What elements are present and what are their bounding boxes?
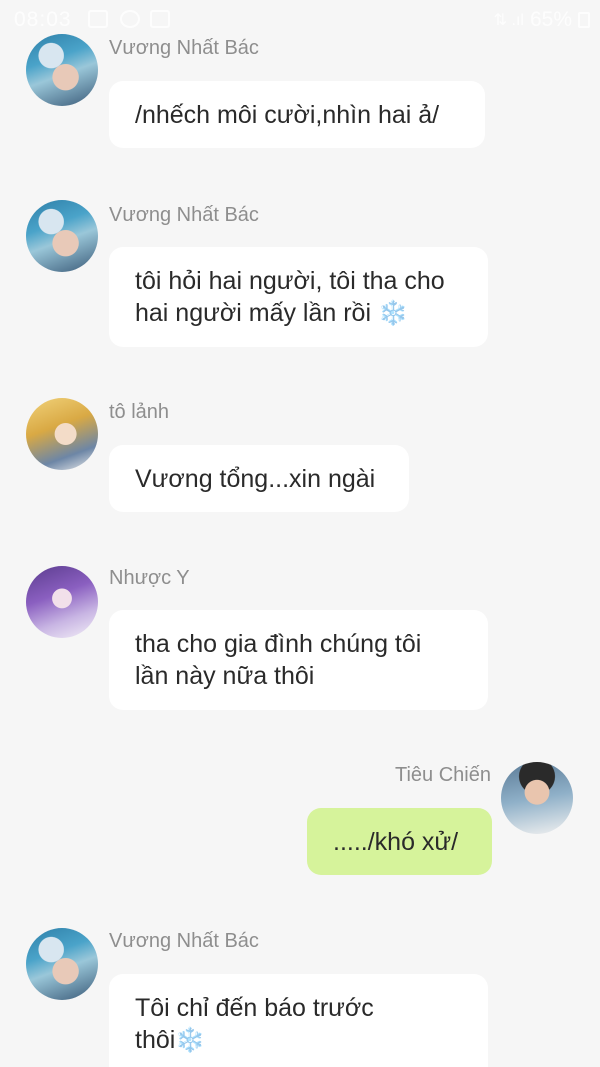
sender-name: Nhược Y <box>109 567 190 589</box>
message-text-line: tôi hỏi hai người, tôi tha cho <box>135 267 445 295</box>
sender-name: tô lảnh <box>109 401 170 423</box>
message-text-line: hai người mấy lần rồi <box>135 299 372 327</box>
avatar-tieu-chien[interactable] <box>501 762 573 834</box>
message-bubble[interactable]: tôi hỏi hai người, tôi tha cho hai người… <box>109 247 488 347</box>
sender-name: Vương Nhất Bác <box>109 204 259 226</box>
message-notification-icon <box>150 10 170 28</box>
message-bubble[interactable]: Tôi chỉ đến báo trước thôi❄️ <box>109 974 488 1067</box>
app-notification-icon <box>120 10 140 28</box>
snowflake-icon: ❄️ <box>175 1027 206 1054</box>
message-text-line: lần này nữa thôi <box>135 662 315 690</box>
message-text-line: Tôi chỉ đến báo trước <box>135 994 374 1022</box>
message-text: /nhếch môi cười,nhìn hai ả/ <box>135 101 440 129</box>
status-bar: 08:03 ⇅ .ıl 65% <box>0 0 600 40</box>
own-message-bubble[interactable]: ...../khó xử/ <box>307 808 492 875</box>
message-bubble[interactable]: Vương tổng...xin ngài <box>109 445 409 512</box>
battery-icon <box>578 12 590 28</box>
message-text-line: tha cho gia đình chúng tôi <box>135 630 422 658</box>
avatar-vuong-nhat-bac[interactable] <box>26 928 98 1000</box>
avatar-vuong-nhat-bac[interactable] <box>26 200 98 272</box>
avatar-to-lanh[interactable] <box>26 398 98 470</box>
sender-name: Vương Nhất Bác <box>109 930 259 952</box>
status-time: 08:03 <box>14 8 72 31</box>
status-right: ⇅ .ıl 65% <box>494 8 590 32</box>
snowflake-icon: ❄️ <box>377 300 408 327</box>
sender-name: Tiêu Chiến <box>395 764 491 786</box>
signal-icon: ⇅ .ıl <box>493 12 524 29</box>
battery-level: 65% <box>529 8 572 31</box>
message-text-line: thôi <box>135 1026 176 1054</box>
gallery-notification-icon <box>88 10 108 28</box>
sender-name: Vương Nhất Bác <box>109 37 259 59</box>
message-bubble[interactable]: tha cho gia đình chúng tôi lần này nữa t… <box>109 610 488 710</box>
message-bubble[interactable]: /nhếch môi cười,nhìn hai ả/ <box>109 81 485 148</box>
avatar-vuong-nhat-bac[interactable] <box>26 34 98 106</box>
message-text: ...../khó xử/ <box>333 828 459 856</box>
avatar-nhuoc-y[interactable] <box>26 566 98 638</box>
message-text: Vương tổng...xin ngài <box>135 465 376 493</box>
